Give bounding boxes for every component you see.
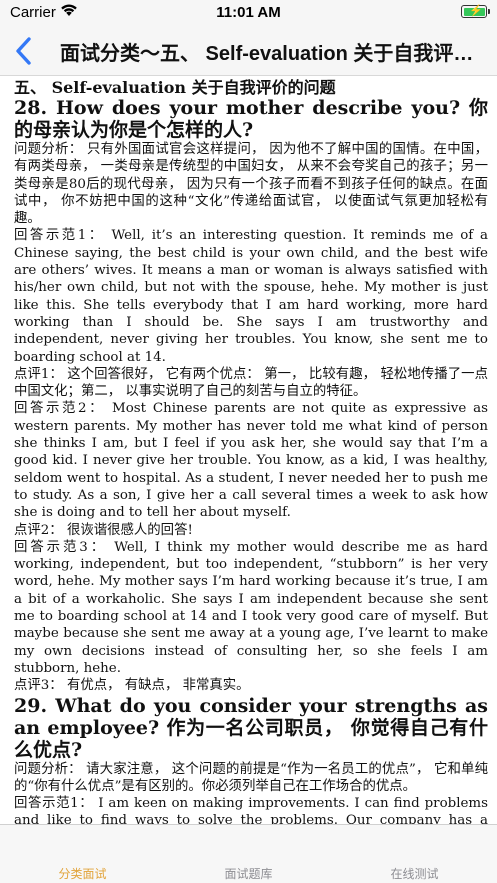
tab-bar: 分类面试 面试题库 在线测试 bbox=[0, 824, 497, 883]
tab-category-interview[interactable]: 分类面试 bbox=[0, 865, 165, 882]
question-29-analysis: 问题分析： 请大家注意， 这个问题的前提是“作为一名员工的优点”， 它和单纯的“… bbox=[14, 761, 488, 794]
back-chevron-icon[interactable] bbox=[10, 34, 40, 68]
question-29-answer-1: 回答示范1： I am keen on making improvements.… bbox=[14, 796, 488, 824]
status-bar: Carrier 11:01 AM ⚡ bbox=[0, 0, 497, 26]
question-28-answer-2: 回答示范2： Most Chinese parents are not quit… bbox=[14, 401, 488, 521]
section-title: 五、 Self-evaluation 关于自我评价的问题 bbox=[14, 78, 336, 97]
status-time: 11:01 AM bbox=[216, 4, 281, 21]
question-28-comment-3: 点评3： 有优点， 有缺点， 非常真实。 bbox=[14, 678, 250, 694]
question-28-answer-3: 回答示范3： Well, I think my mother would des… bbox=[14, 539, 488, 676]
nav-title: 面试分类～五、 Self-evaluation 关于自我评价的问题 bbox=[60, 43, 477, 65]
question-28-comment-2: 点评2： 很诙谐很感人的回答! bbox=[14, 522, 193, 538]
question-28-comment-1: 点评1： 这个回答很好， 它有两个优点： 第一， 比较有趣， 轻松地传播了一点中… bbox=[14, 366, 488, 400]
question-28-analysis: 问题分析： 只有外国面试官会这样提问， 因为他不了解中国的国情。在中国， 有两类… bbox=[14, 142, 488, 227]
tab-online-test[interactable]: 在线测试 bbox=[332, 865, 497, 882]
question-28-title: 28. How does your mother describe you? 你… bbox=[14, 97, 488, 141]
question-29-title: 29. What do you consider your strengths … bbox=[14, 694, 488, 761]
question-28-answer-1: 回答示范1： Well, it’s an interesting questio… bbox=[14, 228, 488, 365]
navigation-bar: 面试分类～五、 Self-evaluation 关于自我评价的问题 bbox=[0, 26, 497, 76]
article-content[interactable]: 五、 Self-evaluation 关于自我评价的问题 28. How doe… bbox=[0, 76, 497, 824]
tab-question-bank[interactable]: 面试题库 bbox=[166, 865, 331, 882]
battery-icon: ⚡ bbox=[461, 5, 490, 18]
